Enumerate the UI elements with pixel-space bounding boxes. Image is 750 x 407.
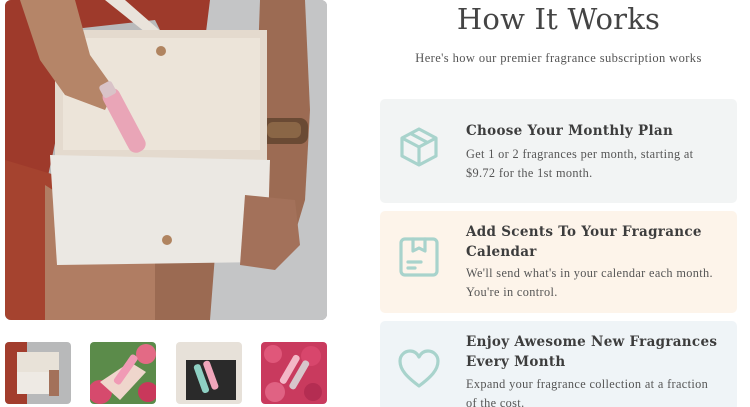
step-card-enjoy-fragrances: Enjoy Awesome New Fragrances Every Month… [380, 321, 737, 407]
step-title: Add Scents To Your Fragrance Calendar [466, 224, 702, 260]
thumbnail-atomizers-on-roses[interactable] [261, 342, 327, 404]
box-icon [397, 125, 441, 169]
step-title: Choose Your Monthly Plan [466, 123, 674, 139]
thumbnail-atomizers-gift-box[interactable] [176, 342, 242, 404]
heart-icon [397, 347, 441, 391]
main-product-photo [5, 0, 327, 320]
thumbnail-gallery [5, 342, 327, 404]
thumbnail-bag-with-atomizer[interactable] [5, 342, 71, 404]
section-subtitle: Here's how our premier fragrance subscri… [415, 51, 702, 65]
step-title: Enjoy Awesome New Fragrances Every Month [466, 334, 718, 370]
step-card-choose-plan: Choose Your Monthly Plan Get 1 or 2 frag… [380, 99, 737, 203]
section-title: How It Works [456, 2, 661, 36]
step-description: Expand your fragrance collection at a fr… [466, 377, 709, 407]
step-description: Get 1 or 2 fragrances per month, startin… [466, 147, 694, 180]
step-card-add-scents: Add Scents To Your Fragrance Calendar We… [380, 211, 737, 313]
thumbnail-atomizer-in-hand[interactable] [90, 342, 156, 404]
calendar-icon [397, 235, 441, 279]
step-description: We'll send what's in your calendar each … [466, 266, 713, 299]
